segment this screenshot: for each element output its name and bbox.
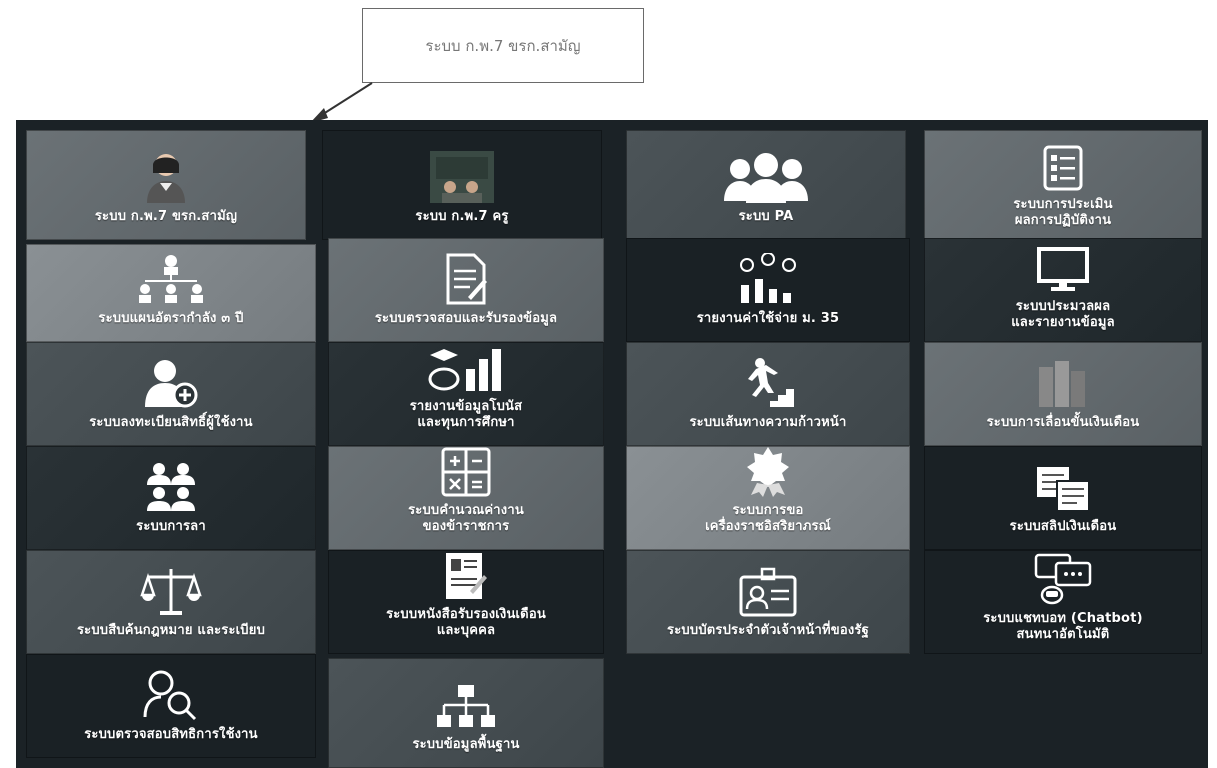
tile-label: ระบบการประเมิน ผลการปฏิบัติงาน (1013, 197, 1113, 228)
tile-label: ระบบตรวจสอบและรับรองข้อมูล (374, 311, 558, 326)
tile-label: ระบบสืบค้นกฎหมาย และระเบียบ (76, 623, 266, 638)
tile-label: ระบบการขอ เครื่องราชอิสริยาภรณ์ (705, 503, 831, 534)
tile-label: ระบบแชทบอท (Chatbot) สนทนาอัตโนมัติ (983, 611, 1143, 642)
tile-salary-promotion[interactable]: ระบบการเลื่อนขั้นเงินเดือน (924, 342, 1202, 446)
tile-label: ระบบบัตรประจำตัวเจ้าหน้าที่ของรัฐ (667, 623, 869, 638)
tile-job-value[interactable]: ระบบคำนวณค่างาน ของข้าราชการ (328, 446, 604, 550)
tile-label: ระบบคำนวณค่างาน ของข้าราชการ (408, 503, 524, 534)
dashboard-panel: ระบบ ก.พ.7 ขรก.สามัญ ระบบ ก.พ.7 ครู ระบบ… (16, 120, 1208, 768)
checklist-icon (1043, 135, 1083, 191)
document-sign-icon (444, 249, 488, 305)
tile-evaluation[interactable]: ระบบการประเมิน ผลการปฏิบัติงาน (924, 130, 1202, 240)
tile-expense-report[interactable]: รายงานค่าใช้จ่าย ม. 35 (626, 238, 910, 342)
medal-icon (741, 445, 795, 497)
tile-label: ระบบหนังสือรับรองเงินเดือน และบุคคล (386, 607, 546, 638)
tile-label: รายงานข้อมูลโบนัส และทุนการศึกษา (409, 399, 523, 430)
tile-label: ระบบ ก.พ.7 ขรก.สามัญ (94, 209, 238, 224)
tile-user-register[interactable]: ระบบลงทะเบียนสิทธิ์ผู้ใช้งาน (26, 342, 316, 446)
tile-basic-data[interactable]: ระบบข้อมูลพื้นฐาน (328, 658, 604, 768)
graduation-chart-icon (426, 343, 506, 393)
tile-label: ระบบการเลื่อนขั้นเงินเดือน (986, 415, 1140, 430)
monitor-icon (1037, 239, 1089, 293)
callout-box: ระบบ ก.พ.7 ขรก.สามัญ (362, 8, 644, 83)
scales-icon (140, 561, 202, 617)
tile-label: รายงานค่าใช้จ่าย ม. 35 (696, 311, 840, 326)
tile-royal-decoration[interactable]: ระบบการขอ เครื่องราชอิสริยาภรณ์ (626, 446, 910, 550)
user-add-icon (143, 353, 199, 409)
person-female-icon (143, 147, 189, 203)
stairs-runner-icon (738, 353, 798, 409)
tile-pa[interactable]: ระบบ PA (626, 130, 906, 240)
hierarchy-icon (436, 675, 496, 731)
tile-processing-report[interactable]: ระบบประมวลผล และรายงานข้อมูล (924, 238, 1202, 342)
user-search-icon (143, 665, 199, 721)
tile-leave[interactable]: ระบบการลา (26, 446, 316, 550)
certificate-icon (444, 551, 488, 601)
teacher-classroom-icon (430, 147, 494, 203)
id-card-icon (739, 561, 797, 617)
tile-label: ระบบตรวจสอบสิทธิการใช้งาน (84, 727, 258, 742)
tile-payslip[interactable]: ระบบสลิปเงินเดือน (924, 446, 1202, 550)
tile-career-path[interactable]: ระบบเส้นทางความก้าวหน้า (626, 342, 910, 446)
tile-kp7-teacher[interactable]: ระบบ ก.พ.7 ครู (322, 130, 602, 240)
tile-label: ระบบข้อมูลพื้นฐาน (412, 737, 520, 752)
calculator-icon (441, 447, 491, 497)
tile-bonus-scholarship[interactable]: รายงานข้อมูลโบนัส และทุนการศึกษา (328, 342, 604, 446)
people-icon (143, 457, 199, 513)
tile-label: ระบบเส้นทางความก้าวหน้า (689, 415, 847, 430)
tile-official-id-card[interactable]: ระบบบัตรประจำตัวเจ้าหน้าที่ของรัฐ (626, 550, 910, 654)
tile-label: ระบบประมวลผล และรายงานข้อมูล (1011, 299, 1115, 330)
org-people-icon (131, 249, 211, 305)
salary-icon (1033, 353, 1093, 409)
tile-manpower-plan[interactable]: ระบบแผนอัตรากำลัง ๓ ปี (26, 244, 316, 342)
tile-chatbot[interactable]: ระบบแชทบอท (Chatbot) สนทนาอัตโนมัติ (924, 550, 1202, 654)
tile-data-verify[interactable]: ระบบตรวจสอบและรับรองข้อมูล (328, 238, 604, 342)
chatbot-icon (1034, 551, 1092, 605)
tile-kp7-civil[interactable]: ระบบ ก.พ.7 ขรก.สามัญ (26, 130, 306, 240)
tile-label: ระบบ PA (738, 209, 794, 224)
tile-label: ระบบ ก.พ.7 ครู (415, 209, 509, 224)
tile-access-check[interactable]: ระบบตรวจสอบสิทธิการใช้งาน (26, 654, 316, 758)
tile-label: ระบบการลา (136, 519, 206, 534)
tile-salary-certificate[interactable]: ระบบหนังสือรับรองเงินเดือน และบุคคล (328, 550, 604, 654)
tile-law-search[interactable]: ระบบสืบค้นกฎหมาย และระเบียบ (26, 550, 316, 654)
tile-label: ระบบแผนอัตรากำลัง ๓ ปี (98, 311, 244, 326)
tile-label: ระบบลงทะเบียนสิทธิ์ผู้ใช้งาน (89, 415, 253, 430)
callout-text: ระบบ ก.พ.7 ขรก.สามัญ (425, 36, 581, 55)
payslip-icon (1035, 457, 1091, 513)
money-chart-icon (733, 249, 803, 305)
tile-label: ระบบสลิปเงินเดือน (1009, 519, 1117, 534)
people-group-icon (720, 147, 812, 203)
